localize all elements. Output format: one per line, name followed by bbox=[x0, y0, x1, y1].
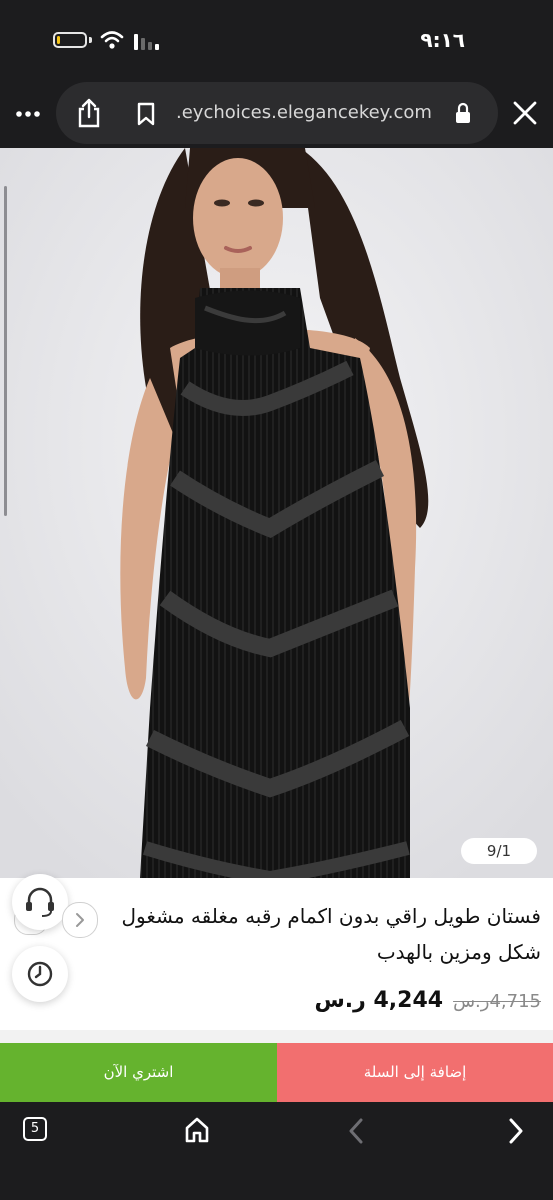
product-image[interactable] bbox=[0, 148, 553, 878]
product-photo-illustration bbox=[0, 148, 553, 878]
browser-toolbar: .eychoices.elegancekey.com bbox=[0, 80, 553, 148]
section-divider bbox=[0, 1030, 553, 1043]
battery-tip bbox=[89, 37, 92, 43]
original-price: 4,715ر.س bbox=[453, 991, 541, 1012]
battery-icon bbox=[53, 32, 87, 48]
next-image-button[interactable] bbox=[62, 902, 98, 938]
bookmark-icon[interactable] bbox=[136, 102, 156, 126]
close-icon[interactable] bbox=[512, 100, 538, 126]
home-icon[interactable] bbox=[184, 1116, 210, 1144]
status-bar: ٩:١٦ bbox=[0, 0, 553, 80]
price-row: 4,715ر.س 4,244 ر.س bbox=[314, 988, 541, 1013]
support-button[interactable] bbox=[12, 874, 68, 930]
back-arrow-icon[interactable] bbox=[346, 1116, 366, 1146]
clock-icon bbox=[27, 961, 53, 987]
browser-bottom-nav: 5 bbox=[0, 1102, 553, 1200]
sale-price: 4,244 ر.س bbox=[314, 988, 444, 1013]
buy-now-button[interactable]: اشتري الآن bbox=[0, 1043, 277, 1102]
share-icon[interactable] bbox=[76, 98, 102, 128]
lock-icon bbox=[456, 102, 470, 123]
status-time: ٩:١٦ bbox=[420, 28, 465, 52]
headset-icon bbox=[26, 887, 54, 917]
add-to-cart-button[interactable]: إضافة إلى السلة bbox=[277, 1043, 553, 1102]
product-title: فستان طويل راقي بدون اكمام رقبه مغلقه مش… bbox=[121, 904, 541, 964]
recently-viewed-button[interactable] bbox=[12, 946, 68, 1002]
more-options-icon[interactable] bbox=[14, 100, 42, 128]
address-bar[interactable]: .eychoices.elegancekey.com bbox=[56, 82, 498, 144]
tabs-count-icon[interactable]: 5 bbox=[23, 1117, 47, 1141]
scroll-indicator[interactable] bbox=[4, 186, 7, 516]
forward-arrow-icon[interactable] bbox=[506, 1116, 526, 1146]
chevron-right-icon bbox=[76, 913, 84, 927]
wifi-icon bbox=[100, 31, 124, 49]
cellular-signal-icon bbox=[134, 34, 159, 50]
url-text[interactable]: .eychoices.elegancekey.com bbox=[176, 102, 432, 123]
battery-level bbox=[57, 36, 60, 44]
image-counter: 9/1 bbox=[461, 838, 537, 864]
